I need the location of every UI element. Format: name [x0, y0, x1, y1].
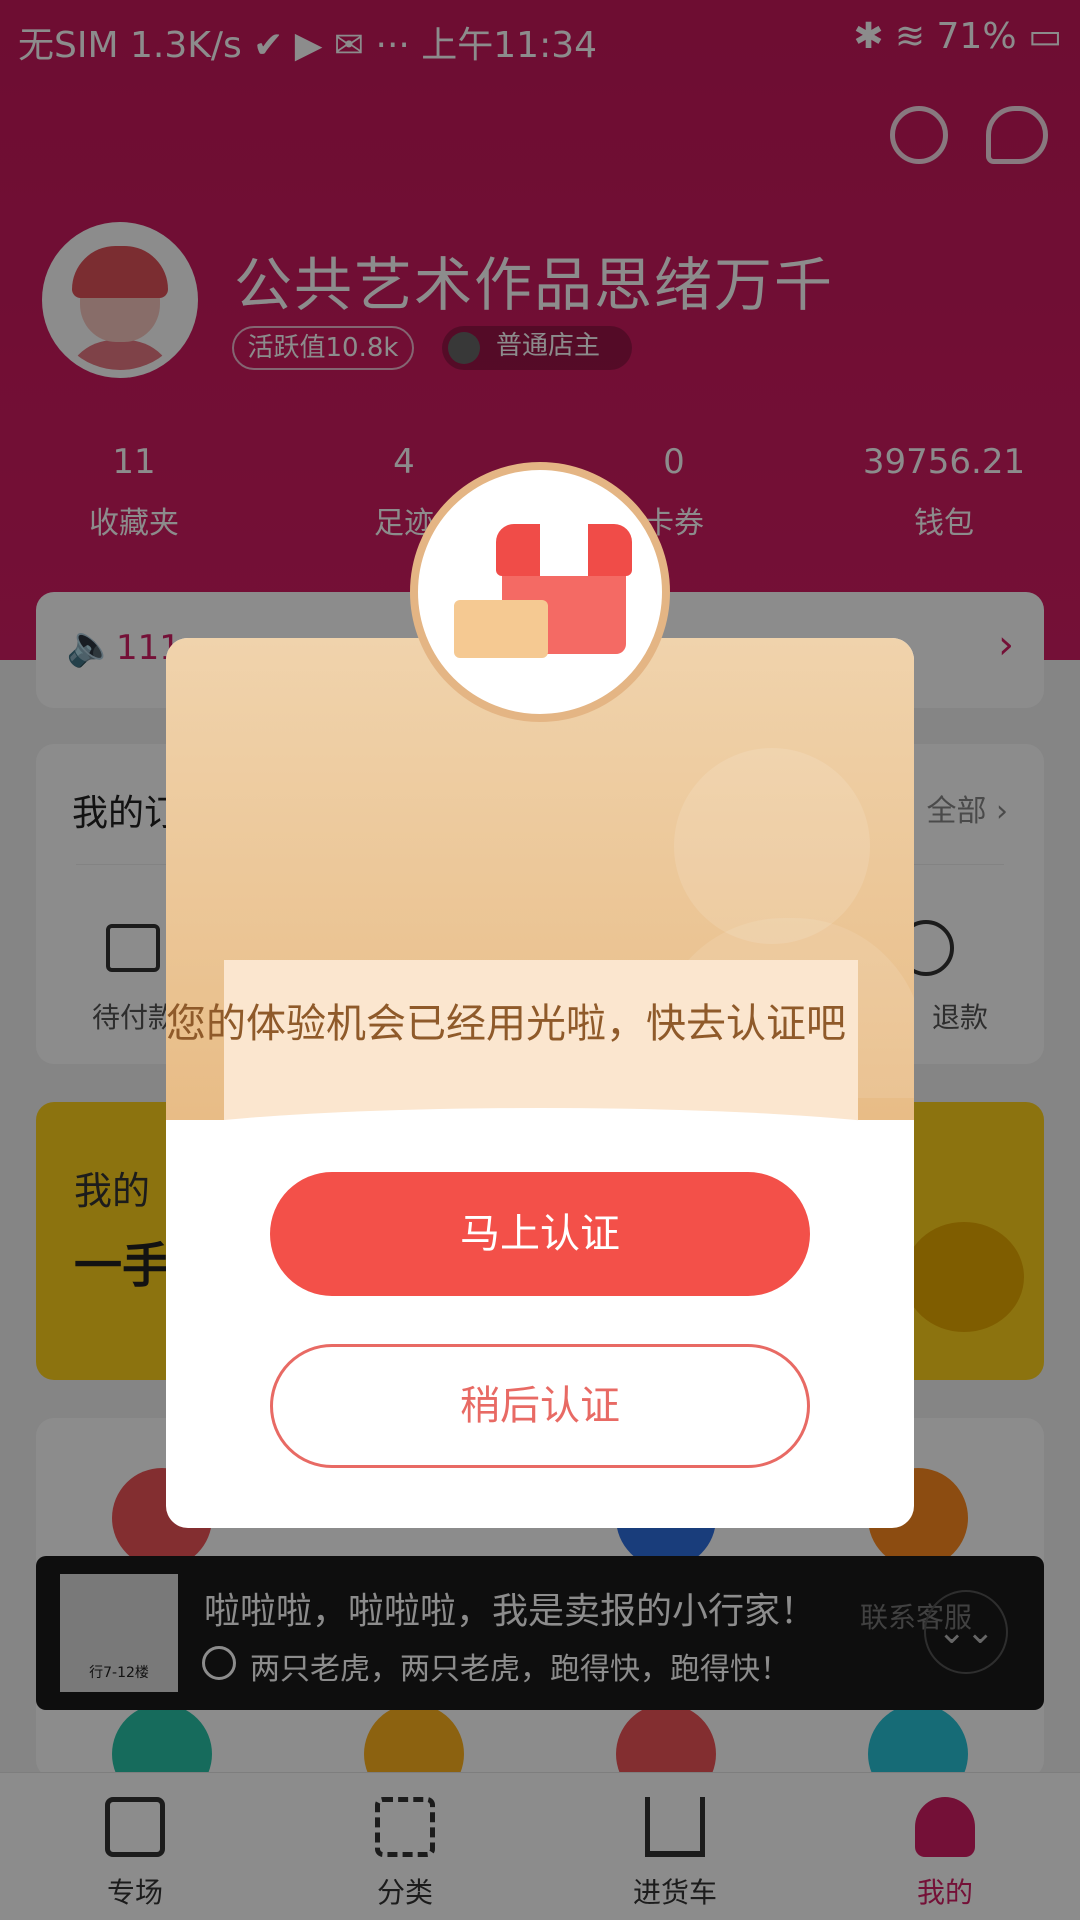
verify-later-button[interactable]: 稍后认证: [270, 1344, 810, 1468]
shop-illustration-icon: [410, 462, 670, 722]
dialog-message: 您的体验机会已经用光啦，快去认证吧: [166, 1001, 846, 1047]
verification-dialog: 您的体验机会已经用光啦，快去认证吧 马上认证 稍后认证: [166, 638, 914, 1528]
verify-now-button[interactable]: 马上认证: [270, 1172, 810, 1296]
